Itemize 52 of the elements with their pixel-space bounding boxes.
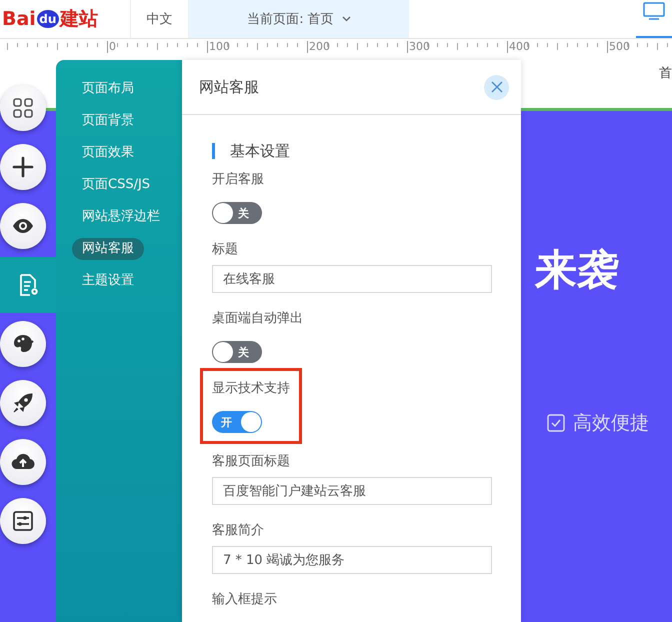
feature-text: 高效便捷 [573,411,649,436]
menu-item[interactable]: 网站客服 [72,238,144,260]
toolbar-button[interactable] [0,85,46,131]
logo-paw: du [36,10,59,28]
sliders-icon [11,509,35,533]
close-button[interactable] [484,74,509,100]
text-field[interactable]: 百度智能门户建站云客服 [212,477,492,505]
logo-text: 建站 [60,7,98,32]
field-label: 输入框提示 [212,591,278,609]
menu-item[interactable]: 页面效果 [72,142,144,164]
menu-item[interactable]: 主题设置 [72,270,144,292]
toolbar-button[interactable] [0,498,46,544]
panel-title: 网站客服 [199,78,259,96]
grid-icon [11,96,35,120]
field-label: 标题 [212,241,239,259]
monitor-icon [643,2,665,20]
field-label: 显示技术支持 [212,380,290,398]
ruler-label: 0 [107,41,116,53]
toggle-switch[interactable]: 关 [212,341,262,363]
toggle-switch[interactable]: 关 [212,202,262,224]
text-field[interactable]: 在线客服 [212,265,492,293]
text-field[interactable]: 7 * 10 竭诚为您服务 [212,546,492,574]
ruler-label: 300 [407,41,430,53]
toolbar-button[interactable] [0,439,46,485]
toolbar-button[interactable] [0,144,46,190]
plus-icon [11,155,35,179]
menu-item[interactable]: 网站悬浮边栏 [72,206,170,228]
rocket-icon [11,391,35,415]
ruler-label: 100 [207,41,230,53]
toggle-switch[interactable]: 开 [212,411,262,433]
field-label: 客服简介 [212,522,265,540]
ruler-label: 500 [607,41,630,53]
field-label: 客服页面标题 [212,453,291,471]
desktop-tab[interactable] [636,0,672,38]
checkbox-icon [547,414,565,432]
nav-link[interactable]: 首 [659,64,672,82]
ruler-label: 400 [507,41,530,53]
toolbar-button[interactable] [0,203,46,249]
page-selector[interactable]: 当前页面: 首页 [189,0,409,38]
section-title: 基本设置 [212,143,492,159]
menu-item[interactable]: 页面布局 [72,78,144,100]
logo-text: Bai [2,8,36,30]
ruler-label: 200 [307,41,330,53]
close-icon [490,81,502,93]
toolbar-button[interactable] [0,321,46,367]
toolbar-button[interactable] [0,380,46,426]
field-label: 桌面端自动弹出 [212,310,304,328]
field-label: 开启客服 [212,171,265,189]
menu-item[interactable]: 页面背景 [72,110,144,132]
chevron-icon [342,16,351,22]
menu-item[interactable]: 页面CSS/JS [72,174,160,196]
banner-headline: 来袭 [535,244,619,296]
